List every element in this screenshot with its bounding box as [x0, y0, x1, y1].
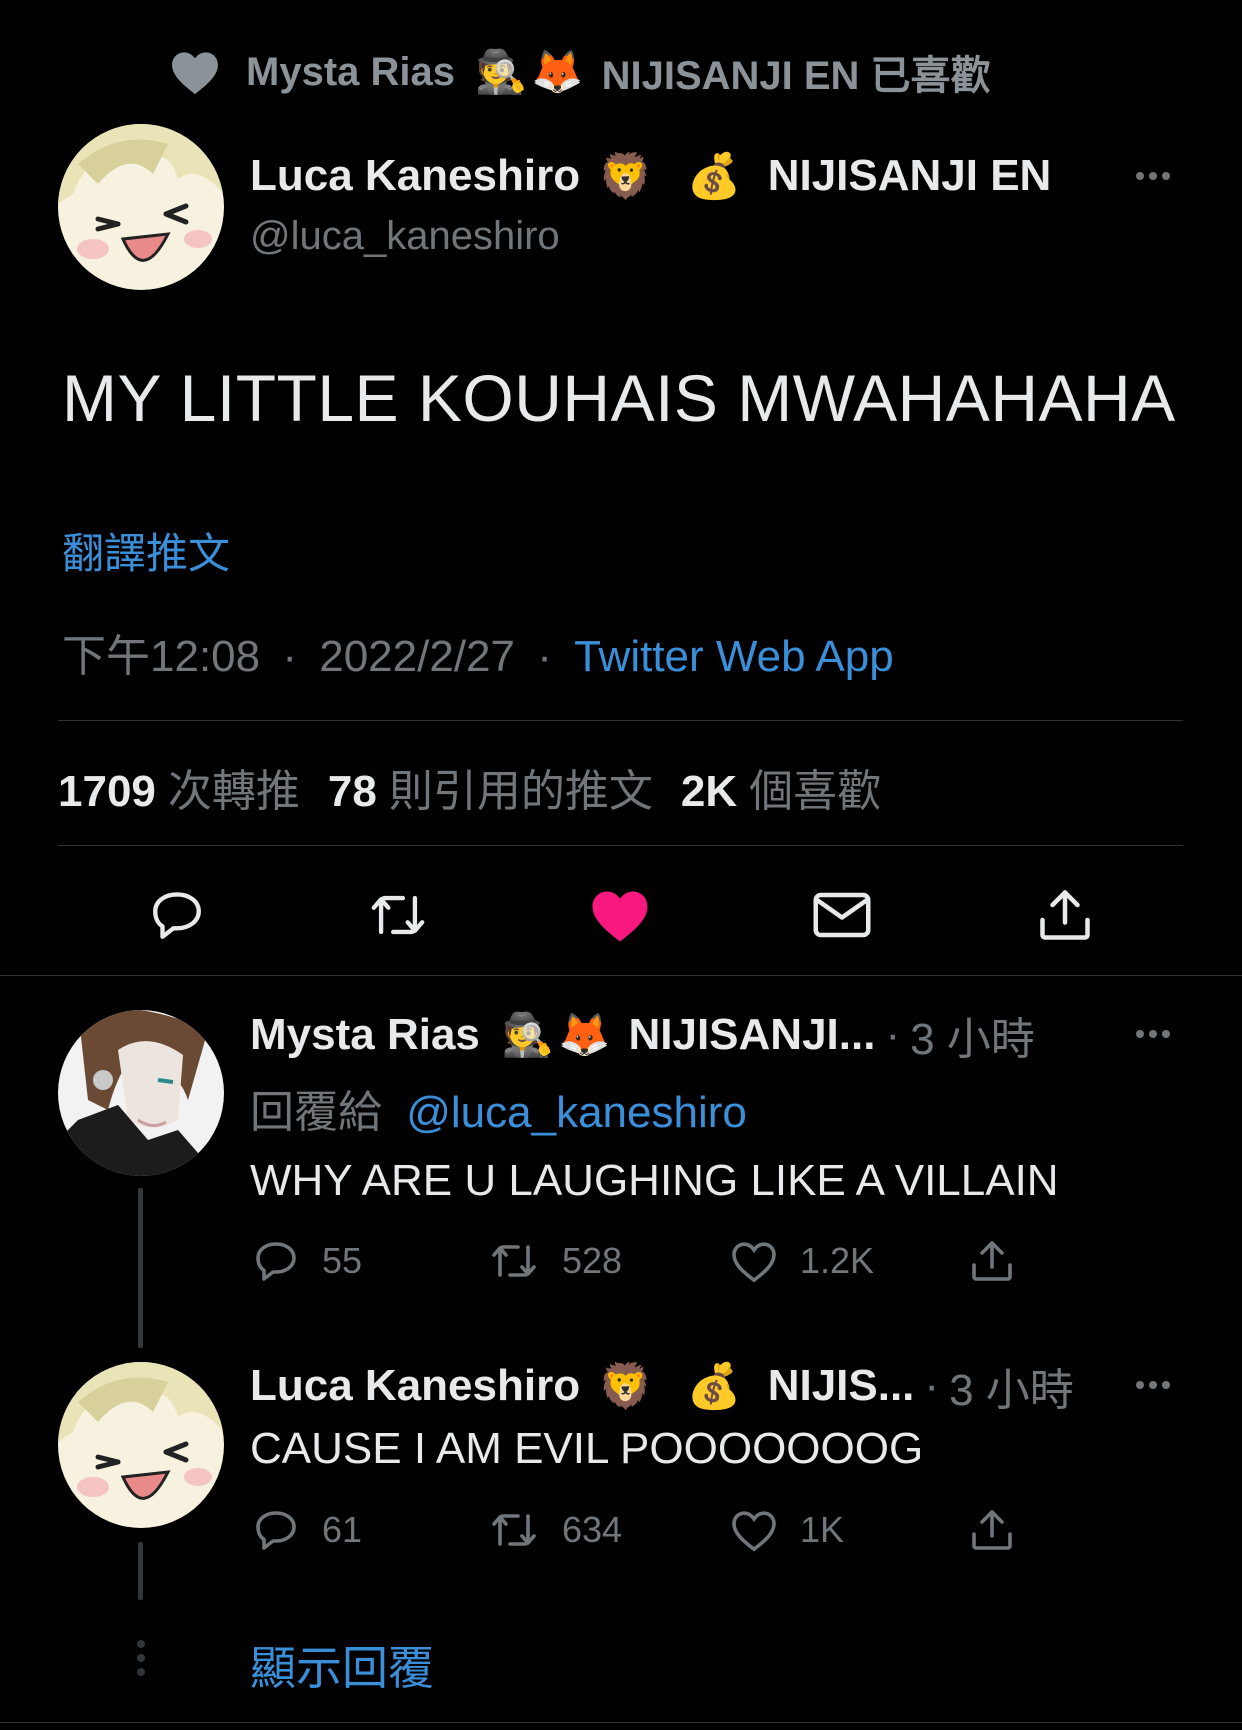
retweet-button[interactable]: 528	[488, 1237, 622, 1285]
retweet-count: 528	[562, 1240, 623, 1281]
likes-label: 個喜歡	[749, 767, 882, 816]
translate-tweet-link[interactable]: 翻譯推文	[62, 520, 230, 581]
author-handle[interactable]: @luca_kaneshiro	[250, 214, 560, 259]
reply-button[interactable]: 61	[252, 1506, 362, 1554]
heart-filled-icon[interactable]	[585, 880, 655, 950]
more-options-icon[interactable]	[1136, 1030, 1170, 1038]
detective-emoji: 🕵️	[474, 47, 528, 96]
retweets-label: 次轉推	[167, 767, 300, 816]
reply-action-bar: 55 528 1.2K	[0, 1236, 1242, 1286]
tweet-text: MY LITTLE KOUHAIS MWAHAHAHA	[62, 361, 1176, 435]
more-options-icon[interactable]	[1136, 1381, 1170, 1389]
quotes-stat[interactable]: 78 則引用的推文	[328, 755, 653, 819]
heart-outline-icon	[732, 1242, 776, 1283]
show-replies-link[interactable]: 顯示回覆	[250, 1632, 434, 1698]
retweets-count: 1709	[58, 767, 156, 816]
share-icon[interactable]	[968, 1237, 1016, 1285]
tweet-detail-page: Mysta Rias 🕵️ 🦊 NIJISANJI EN 已喜歡 Luca Ka…	[0, 0, 1242, 1730]
like-button[interactable]: 1K	[730, 1507, 844, 1553]
meta-sep: ·	[282, 632, 297, 681]
likes-stat[interactable]: 2K 個喜歡	[681, 755, 881, 819]
reply-action-bar: 61 634 1K	[0, 1505, 1242, 1555]
avatar-mysta[interactable]	[58, 1010, 224, 1176]
liked-by-context: Mysta Rias 🕵️ 🦊 NIJISANJI EN 已喜歡	[170, 44, 991, 100]
detective-emoji: 🕵️	[501, 1010, 555, 1059]
reply-button[interactable]: 55	[252, 1237, 362, 1285]
divider	[0, 1722, 1242, 1723]
liked-by-suffix: NIJISANJI EN 已喜歡	[601, 54, 991, 98]
retweet-icon[interactable]	[363, 880, 433, 950]
reply-icon[interactable]	[142, 880, 212, 950]
retweets-stat[interactable]: 1709 次轉推	[58, 755, 300, 819]
reply-icon	[256, 1242, 296, 1281]
lion-emoji: 🦁	[598, 1361, 653, 1412]
share-icon[interactable]	[1030, 880, 1100, 950]
retweet-icon	[492, 1514, 536, 1546]
fox-emoji: 🦊	[558, 1010, 611, 1059]
lion-emoji: 🦁	[598, 151, 653, 202]
reply-author-name[interactable]: Luca Kaneshiro	[250, 1361, 580, 1411]
thread-continuation-dots	[137, 1640, 145, 1676]
reply-text: CAUSE I AM EVIL POOOOOOOG	[250, 1424, 924, 1473]
likes-count: 2K	[680, 767, 738, 816]
quotes-label: 則引用的推文	[388, 767, 653, 816]
reply-time[interactable]: 3 小時	[949, 1354, 1074, 1418]
divider	[0, 975, 1242, 976]
reply-to-mention[interactable]: @luca_kaneshiro	[406, 1088, 747, 1137]
like-button[interactable]: 1.2K	[730, 1238, 874, 1284]
like-count: 1K	[800, 1509, 845, 1550]
meta-sep: ·	[537, 632, 552, 681]
mail-icon[interactable]	[807, 880, 877, 950]
meta-sep: ·	[924, 1361, 940, 1410]
author-name[interactable]: Luca Kaneshiro	[250, 151, 580, 201]
reply-time[interactable]: 3 小時	[910, 1003, 1035, 1067]
tweet-app-link[interactable]: Twitter Web App	[574, 632, 894, 681]
share-icon[interactable]	[968, 1506, 1016, 1554]
reply-text: WHY ARE U LAUGHING LIKE A VILLAIN	[250, 1156, 1059, 1205]
reply-author-name[interactable]: Mysta Rias	[250, 1010, 480, 1060]
reply-author-affiliation: NIJIS...	[767, 1361, 915, 1410]
avatar-luca[interactable]	[58, 1362, 224, 1528]
meta-sep: ·	[885, 1010, 901, 1059]
reply-author-affiliation: NIJISANJI...	[628, 1010, 876, 1059]
reply-to-line: 回覆給 @luca_kaneshiro	[250, 1076, 747, 1140]
like-count: 1.2K	[800, 1240, 875, 1281]
reply-to-label: 回覆給	[250, 1088, 382, 1137]
reply-author-line: Luca Kaneshiro 🦁 💰 NIJIS... · 3 小時	[250, 1358, 1074, 1415]
tweet-date[interactable]: 2022/2/27	[319, 632, 515, 681]
tweet-time[interactable]: 下午12:08	[62, 632, 260, 681]
reply-count: 55	[322, 1240, 363, 1281]
heart-outline-icon	[732, 1511, 776, 1552]
retweet-icon	[492, 1245, 536, 1277]
tweet-stats: 1709 次轉推 78 則引用的推文 2K 個喜歡	[58, 755, 909, 819]
author-affiliation: NIJISANJI EN	[767, 151, 1052, 200]
money-bag-emoji: 💰	[686, 151, 742, 202]
more-options-icon[interactable]	[1136, 172, 1170, 180]
reply-count: 61	[322, 1509, 363, 1550]
tweet-meta: 下午12:08 · 2022/2/27 · Twitter Web App	[62, 620, 894, 684]
fox-emoji: 🦊	[531, 47, 584, 96]
divider	[58, 845, 1183, 846]
reply-author-line: Mysta Rias 🕵️ 🦊 NIJISANJI... · 3 小時	[250, 1007, 1035, 1064]
reply-icon	[256, 1511, 296, 1550]
quotes-count: 78	[327, 767, 377, 816]
liked-by-name[interactable]: Mysta Rias	[246, 50, 455, 95]
heart-icon	[172, 52, 218, 95]
tweet-author-line: Luca Kaneshiro 🦁 💰 NIJISANJI EN	[250, 148, 1051, 204]
divider	[58, 720, 1183, 721]
money-bag-emoji: 💰	[686, 1361, 742, 1412]
tweet-action-bar	[0, 880, 1242, 950]
retweet-button[interactable]: 634	[488, 1506, 622, 1554]
avatar-luca[interactable]	[58, 124, 224, 290]
retweet-count: 634	[562, 1509, 623, 1550]
